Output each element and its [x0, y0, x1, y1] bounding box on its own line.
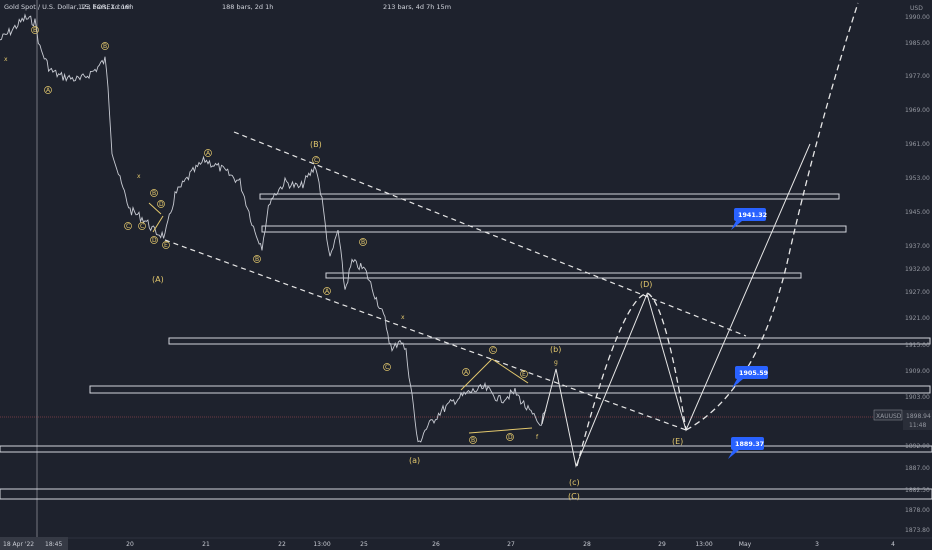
price-tick: 1915.00 — [905, 342, 930, 349]
price-tick: 1990.00 — [905, 14, 930, 21]
svg-text:XAUUSD: XAUUSD — [876, 413, 902, 420]
svg-text:C: C — [314, 157, 318, 164]
bar-range-2: 188 bars, 2d 1h — [222, 3, 273, 11]
svg-text:E: E — [522, 371, 526, 378]
price-tick: 1878.00 — [905, 507, 930, 514]
svg-text:C: C — [126, 223, 130, 230]
price-tick: 1882.50 — [905, 487, 930, 494]
wave-label-D-big: (D) — [640, 280, 652, 289]
price-tick: 1873.80 — [905, 527, 930, 534]
wave-label-a: (a) — [409, 456, 420, 465]
price-tick: 1932.00 — [905, 266, 930, 273]
price-tick: 1903.00 — [905, 394, 930, 401]
svg-text:x: x — [401, 314, 405, 321]
bar-range-3: 213 bars, 4d 7h 15m — [383, 3, 451, 11]
time-tick: 29 — [658, 541, 666, 548]
svg-text:B: B — [471, 437, 475, 444]
svg-text:1898.94: 1898.94 — [906, 413, 931, 420]
svg-text:E: E — [164, 242, 168, 249]
chart-background — [0, 0, 932, 550]
svg-text:B: B — [103, 43, 107, 50]
time-tick: 3 — [815, 541, 819, 548]
svg-text:B: B — [33, 27, 37, 34]
svg-text:x: x — [4, 56, 8, 63]
svg-text:B: B — [361, 239, 365, 246]
svg-text:1905.59: 1905.59 — [739, 369, 769, 377]
svg-text:D: D — [508, 434, 513, 441]
time-tick: 27 — [507, 541, 515, 548]
symbol-tag: XAUUSD — [873, 409, 903, 421]
time-tick: 25 — [360, 541, 368, 548]
svg-text:C: C — [491, 347, 495, 354]
bar-range-1: 123 bars, 1d 16h — [78, 3, 134, 11]
price-tick: 1927.00 — [905, 289, 930, 296]
time-tick: 13:00 — [695, 541, 712, 548]
time-tick: 13:00 — [313, 541, 330, 548]
price-tick: 1892.00 — [905, 443, 930, 450]
time-tick: 22 — [278, 541, 286, 548]
wave-label-b: (b) — [550, 345, 561, 354]
time-tick: 26 — [432, 541, 440, 548]
svg-text:1941.32: 1941.32 — [738, 211, 767, 219]
price-tick: 1961.00 — [905, 141, 930, 148]
svg-text:B: B — [255, 256, 259, 263]
wave-label-C-big: (C) — [568, 492, 580, 501]
svg-text:1889.37: 1889.37 — [735, 440, 764, 448]
time-tick: 4 — [891, 541, 895, 548]
svg-text:C: C — [140, 223, 144, 230]
price-tick: 1969.00 — [905, 107, 930, 114]
svg-text:D: D — [152, 237, 157, 244]
svg-text:B: B — [152, 190, 156, 197]
price-tick: 1977.00 — [905, 73, 930, 80]
svg-text:18:45: 18:45 — [45, 541, 62, 548]
price-tick: 1945.00 — [905, 209, 930, 216]
price-tick: 1921.00 — [905, 315, 930, 322]
price-tick: 1887.00 — [905, 465, 930, 472]
current-price-tag: 1898.94 11:48 — [903, 410, 932, 430]
time-tick: May — [739, 541, 752, 548]
price-tick: 1953.00 — [905, 175, 930, 182]
price-tick: 1937.00 — [905, 243, 930, 250]
time-tick: 28 — [583, 541, 591, 548]
price-chart[interactable]: Gold Spot / U.S. Dollar, 15, FOREX.com 1… — [0, 0, 932, 550]
wave-label-E-big: (E) — [672, 437, 683, 446]
svg-text:D: D — [159, 201, 164, 208]
svg-text:x: x — [137, 173, 141, 180]
time-tick: 21 — [202, 541, 210, 548]
svg-text:g: g — [554, 359, 558, 366]
wave-label-A-big: (A) — [152, 275, 164, 284]
svg-text:18 Apr '22: 18 Apr '22 — [3, 541, 34, 548]
start-date-tag: 18 Apr '22 18:45 — [0, 537, 68, 550]
time-tick: 20 — [126, 541, 134, 548]
wave-label-B-big: (B) — [310, 140, 322, 149]
svg-text:C: C — [385, 364, 389, 371]
currency-label: USD — [910, 5, 923, 12]
price-tick: 1909.00 — [905, 368, 930, 375]
wave-label-c: (c) — [569, 478, 580, 487]
svg-text:11:48: 11:48 — [909, 422, 926, 429]
price-tick: 1985.00 — [905, 40, 930, 47]
